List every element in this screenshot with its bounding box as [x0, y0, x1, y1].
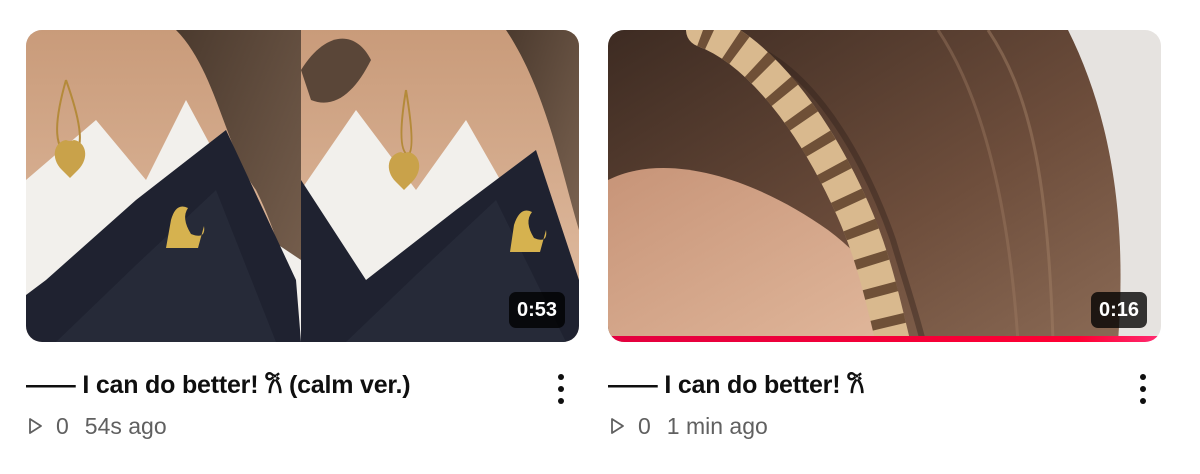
view-count: 0: [56, 413, 69, 439]
video-grid: 0:53 —— I can do better! 𐙚 (calm ver.) 0…: [26, 30, 1161, 440]
video-stats: 0 1 min ago: [608, 412, 1161, 440]
upload-age: 1 min ago: [666, 413, 768, 439]
video-meta: —— I can do better! 𐙚 0 1 min ago: [608, 370, 1161, 440]
thumbnail-image: [608, 30, 1161, 342]
video-card[interactable]: 0:53 —— I can do better! 𐙚 (calm ver.) 0…: [26, 30, 579, 440]
view-count: 0: [638, 413, 651, 439]
duration-badge: 0:16: [1090, 292, 1147, 328]
video-thumbnail[interactable]: 0:53: [26, 30, 579, 342]
video-stats: 0 54s ago: [26, 412, 579, 440]
video-thumbnail[interactable]: 0:16: [608, 30, 1161, 342]
watch-progress-bar: [608, 336, 1161, 342]
play-icon: [29, 418, 42, 434]
thumbnail-image: [26, 30, 579, 342]
watch-progress-fill: [608, 336, 1161, 342]
play-icon: [611, 418, 624, 434]
video-meta: —— I can do better! 𐙚 (calm ver.) 0 54s …: [26, 370, 579, 440]
more-options-icon[interactable]: [1133, 372, 1153, 406]
more-options-icon[interactable]: [551, 372, 571, 406]
video-title[interactable]: —— I can do better! 𐙚 (calm ver.): [26, 370, 579, 400]
duration-badge: 0:53: [508, 292, 565, 328]
video-card[interactable]: 0:16 —— I can do better! 𐙚 0 1 min ago: [608, 30, 1161, 440]
upload-age: 54s ago: [84, 413, 167, 439]
video-title[interactable]: —— I can do better! 𐙚: [608, 370, 1161, 400]
